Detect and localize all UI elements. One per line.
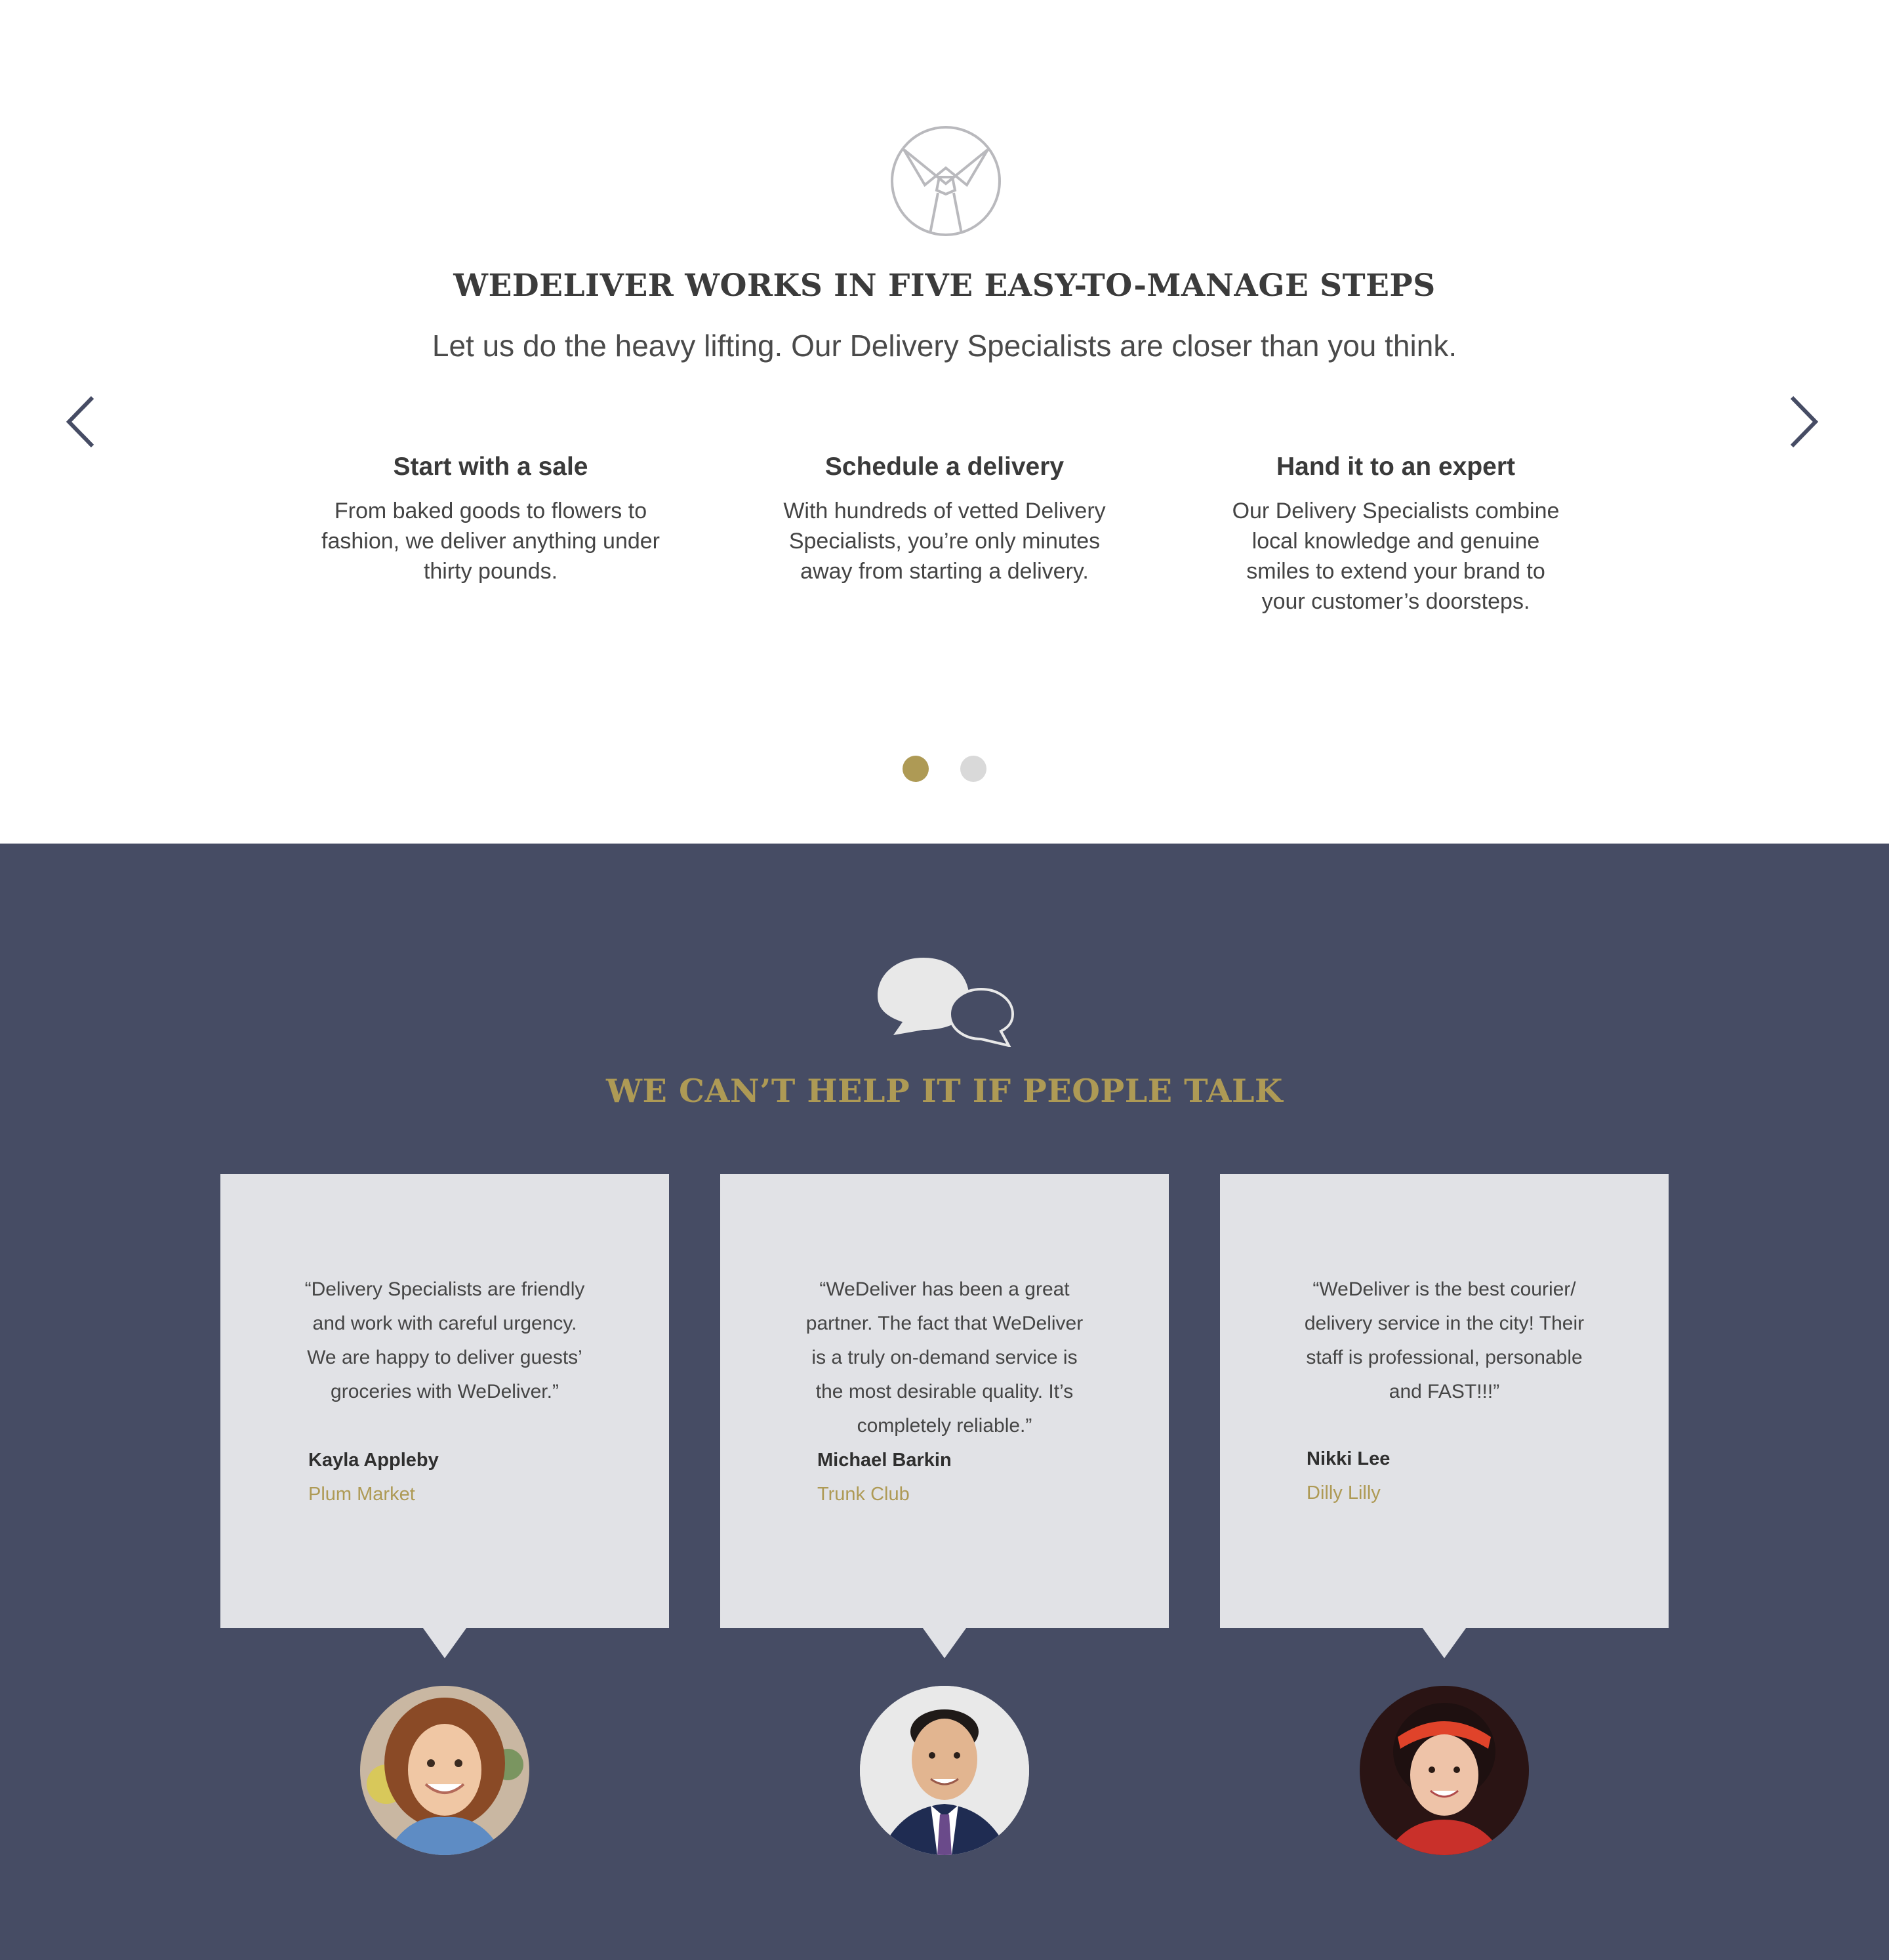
speech-bubbles-icon [878,958,1015,1047]
step-title: Hand it to an expert [1276,453,1516,481]
testimonial-company: Plum Market [308,1484,415,1505]
step-title: Start with a sale [393,453,588,481]
step-text: Our Delivery Specialists combine local k… [1232,499,1560,614]
testimonials-section: WE CAN’T HELP IT IF PEOPLE TALK “Deliver… [0,844,1889,1960]
step-item: Hand it to an expert Our Delivery Specia… [1212,450,1579,617]
step-item: Schedule a delivery With hundreds of vet… [761,450,1128,586]
testimonial-company: Trunk Club [817,1484,910,1505]
testimonial-author: Michael Barkin [817,1450,952,1471]
testimonial-quote: “Delivery Specialists are friendly and w… [304,1278,585,1402]
chevron-right-icon[interactable] [1783,392,1822,451]
testimonial-author: Nikki Lee [1307,1448,1391,1469]
testimonials-title: WE CAN’T HELP IT IF PEOPLE TALK [606,1072,1283,1110]
testimonial-company: Dilly Lilly [1307,1482,1381,1503]
chevron-left-icon[interactable] [62,392,102,451]
steps-title: WEDELIVER WORKS IN FIVE EASY-TO-MANAGE S… [453,268,1436,304]
steps-subtitle: Let us do the heavy lifting. Our Deliver… [432,329,1457,363]
carousel-dot-1[interactable] [902,756,929,782]
step-text: With hundreds of vetted Delivery Special… [783,499,1106,584]
avatar [360,1686,529,1855]
step-item: Start with a sale From baked goods to fl… [307,450,674,586]
testimonial-card: “WeDeliver is the best courier/ delivery… [1220,1174,1669,1658]
carousel-pagination [0,756,1889,785]
avatar [860,1686,1029,1855]
carousel-dot-2[interactable] [960,756,987,782]
testimonial-author: Kayla Appleby [308,1450,439,1471]
step-title: Schedule a delivery [824,453,1065,481]
testimonial-quote: “WeDeliver is the best courier/ delivery… [1304,1278,1585,1402]
testimonial-card: “WeDeliver has been a great partner. The… [720,1174,1169,1658]
step-text: From baked goods to flowers to fashion, … [321,499,660,584]
testimonial-quote: “WeDeliver has been a great partner. The… [805,1278,1084,1437]
steps-section: WEDELIVER WORKS IN FIVE EASY-TO-MANAGE S… [0,0,1889,844]
tie-emblem-icon [891,126,1001,236]
avatar [1360,1686,1529,1855]
testimonial-card: “Delivery Specialists are friendly and w… [220,1174,669,1658]
